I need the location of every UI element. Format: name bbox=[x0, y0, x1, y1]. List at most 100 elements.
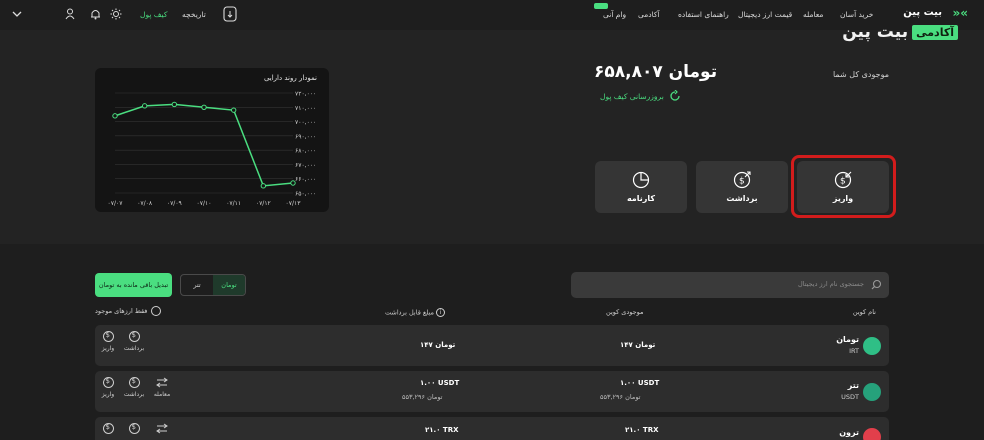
refresh-wallet-label: بروزرسانی کیف پول bbox=[600, 91, 664, 101]
coin-symbol: USDT bbox=[841, 393, 859, 401]
row-deposit-button[interactable]: واریز bbox=[98, 377, 118, 398]
coin-balance-toman: ۵۵۳,۲۹۶ تومان bbox=[600, 393, 641, 401]
row-trade-button[interactable] bbox=[152, 423, 172, 434]
bell-icon[interactable] bbox=[90, 8, 101, 20]
data-point bbox=[201, 104, 207, 110]
x-tick-label: ۰۷/۱۰ bbox=[197, 200, 212, 207]
data-point bbox=[112, 113, 118, 119]
swap-icon bbox=[156, 423, 168, 434]
nav-crypto-prices[interactable]: قیمت ارز دیجیتال bbox=[738, 10, 792, 19]
y-tick-label: ۶۹۰,۰۰۰ bbox=[295, 133, 316, 140]
data-point bbox=[260, 183, 267, 189]
x-tick-label: ۰۷/۰۷ bbox=[108, 200, 124, 207]
coin-withdrawable-toman: ۵۵۳,۲۹۶ تومان bbox=[402, 393, 443, 401]
coin-balance: ۱.۰۰ USDT bbox=[620, 379, 660, 387]
row-withdraw-label: برداشت bbox=[123, 391, 145, 398]
brand-logo[interactable]: بیت پین bbox=[903, 7, 942, 18]
chart-plot: ۷۲۰,۰۰۰ ۷۱۰,۰۰۰ ۷۰۰,۰۰۰ ۶۹۰,۰۰۰ ۶۸۰,۰۰۰ ۶۷۰,۰… bbox=[108, 91, 317, 208]
total-balance-value: ۶۵۸,۸۰۷ تومان bbox=[594, 62, 718, 82]
y-tick-label: ۷۰۰,۰۰۰ bbox=[295, 119, 316, 126]
only-available-radio[interactable] bbox=[151, 306, 162, 316]
x-tick-label: ۰۷/۱۱ bbox=[226, 200, 241, 207]
data-point bbox=[230, 107, 237, 113]
row-deposit-button[interactable]: واریز bbox=[98, 331, 118, 352]
wallet-menu-icon[interactable] bbox=[223, 6, 237, 22]
header-withdrawable-label: مبلغ قابل برداشت bbox=[385, 308, 434, 317]
report-button[interactable]: کارنامه bbox=[595, 161, 687, 213]
coin-withdrawable: ۱۴۷ تومان bbox=[420, 341, 456, 349]
toggle-toman[interactable]: تومان bbox=[213, 275, 245, 295]
y-tick-label: ۶۷۰,۰۰۰ bbox=[295, 162, 316, 169]
toggle-tether[interactable]: تتر bbox=[181, 275, 213, 295]
table-row[interactable]: ترون ۲۱.۰ TRX ۲۱.۰ TRX bbox=[95, 417, 889, 440]
y-tick-label: ۷۲۰,۰۰۰ bbox=[295, 91, 316, 98]
header-coin-name: نام کوین bbox=[852, 308, 876, 316]
deposit-icon bbox=[102, 331, 114, 342]
tab-wallet[interactable]: کیف پول bbox=[140, 10, 167, 19]
search-icon bbox=[871, 279, 882, 290]
coin-name: ترون bbox=[839, 428, 859, 437]
nav-academy[interactable]: آکادمی bbox=[638, 10, 660, 19]
tab-history[interactable]: تاریخچه bbox=[182, 10, 206, 19]
withdraw-icon bbox=[128, 377, 140, 388]
toman-coin-icon bbox=[863, 337, 881, 355]
swap-icon bbox=[156, 377, 168, 388]
search-box[interactable]: جستجوی نام ارز دیجیتال bbox=[571, 272, 889, 298]
only-available-filter[interactable]: فقط ارزهای موجود bbox=[95, 306, 162, 316]
withdraw-label: برداشت bbox=[726, 194, 758, 203]
row-deposit-label: واریز bbox=[101, 345, 115, 352]
table-row[interactable]: تومان IRT ۱۴۷ تومان ۱۴۷ تومان برداشت وار… bbox=[95, 325, 889, 366]
currency-toggle: تتر تومان bbox=[180, 274, 246, 296]
header-coin-balance: موجودی کوین bbox=[606, 308, 644, 316]
row-trade-label: معامله bbox=[153, 391, 171, 398]
top-nav: کیف پول تاریخچه وام آنی آکادمی راهنمای ا… bbox=[0, 0, 984, 30]
x-tick-label: ۰۷/۰۸ bbox=[137, 200, 153, 207]
coin-symbol: IRT bbox=[849, 347, 859, 355]
report-label: کارنامه bbox=[626, 194, 656, 203]
coin-balance: ۱۴۷ تومان bbox=[620, 341, 656, 349]
row-withdraw-button[interactable] bbox=[124, 423, 144, 434]
new-badge bbox=[594, 3, 608, 9]
sun-icon[interactable] bbox=[110, 8, 122, 20]
row-withdraw-label: برداشت bbox=[123, 345, 145, 352]
pie-chart-icon bbox=[632, 171, 650, 189]
academy-logo-brand: بیت پین bbox=[842, 22, 909, 42]
y-tick-label: ۶۶۰,۰۰۰ bbox=[295, 176, 316, 183]
academy-logo-tag: آکادمی bbox=[912, 24, 958, 40]
coin-balance: ۲۱.۰ TRX bbox=[625, 426, 659, 434]
row-withdraw-button[interactable]: برداشت bbox=[124, 331, 144, 352]
y-tick-label: ۶۵۰,۰۰۰ bbox=[295, 191, 316, 198]
deposit-highlight bbox=[791, 155, 896, 218]
convert-to-toman-button[interactable]: تبدیل باقی مانده به تومان bbox=[95, 273, 172, 297]
data-point bbox=[171, 101, 178, 108]
deposit-icon bbox=[102, 377, 114, 388]
row-deposit-button[interactable] bbox=[98, 423, 118, 434]
nav-easy-buy[interactable]: خرید آسان bbox=[840, 10, 873, 19]
withdraw-icon bbox=[128, 331, 140, 342]
x-tick-label: ۰۷/۱۳ bbox=[286, 200, 302, 207]
chevron-down-icon[interactable] bbox=[12, 9, 22, 19]
user-icon[interactable] bbox=[65, 8, 75, 20]
nav-guide[interactable]: راهنمای استفاده bbox=[678, 10, 729, 19]
info-icon[interactable]: i bbox=[436, 308, 446, 317]
x-tick-label: ۰۷/۱۲ bbox=[256, 200, 271, 207]
refresh-icon bbox=[669, 90, 681, 102]
refresh-wallet-button[interactable]: بروزرسانی کیف پول bbox=[600, 90, 681, 102]
nav-trade[interactable]: معامله bbox=[803, 10, 823, 19]
y-tick-label: ۷۱۰,۰۰۰ bbox=[295, 105, 316, 112]
academy-logo: بیت پین آکادمی bbox=[842, 22, 958, 42]
svg-text:$: $ bbox=[739, 177, 745, 187]
coin-name: تتر bbox=[847, 381, 859, 390]
series-line bbox=[114, 103, 294, 187]
nav-instant-loan[interactable]: وام آنی bbox=[603, 10, 626, 19]
row-withdraw-button[interactable]: برداشت bbox=[124, 377, 144, 398]
header-withdrawable: مبلغ قابل برداشت i bbox=[385, 308, 448, 317]
deposit-icon bbox=[102, 423, 114, 434]
tron-coin-icon bbox=[863, 428, 881, 440]
withdraw-button[interactable]: $ برداشت bbox=[696, 161, 788, 213]
table-row[interactable]: تتر USDT ۱.۰۰ USDT ۵۵۳,۲۹۶ تومان ۱.۰۰ US… bbox=[95, 371, 889, 412]
brand-logo-icon: »« bbox=[952, 6, 968, 20]
row-trade-button[interactable]: معامله bbox=[152, 377, 172, 398]
row-deposit-label: واریز bbox=[101, 391, 115, 398]
withdraw-icon: $ bbox=[733, 171, 751, 189]
